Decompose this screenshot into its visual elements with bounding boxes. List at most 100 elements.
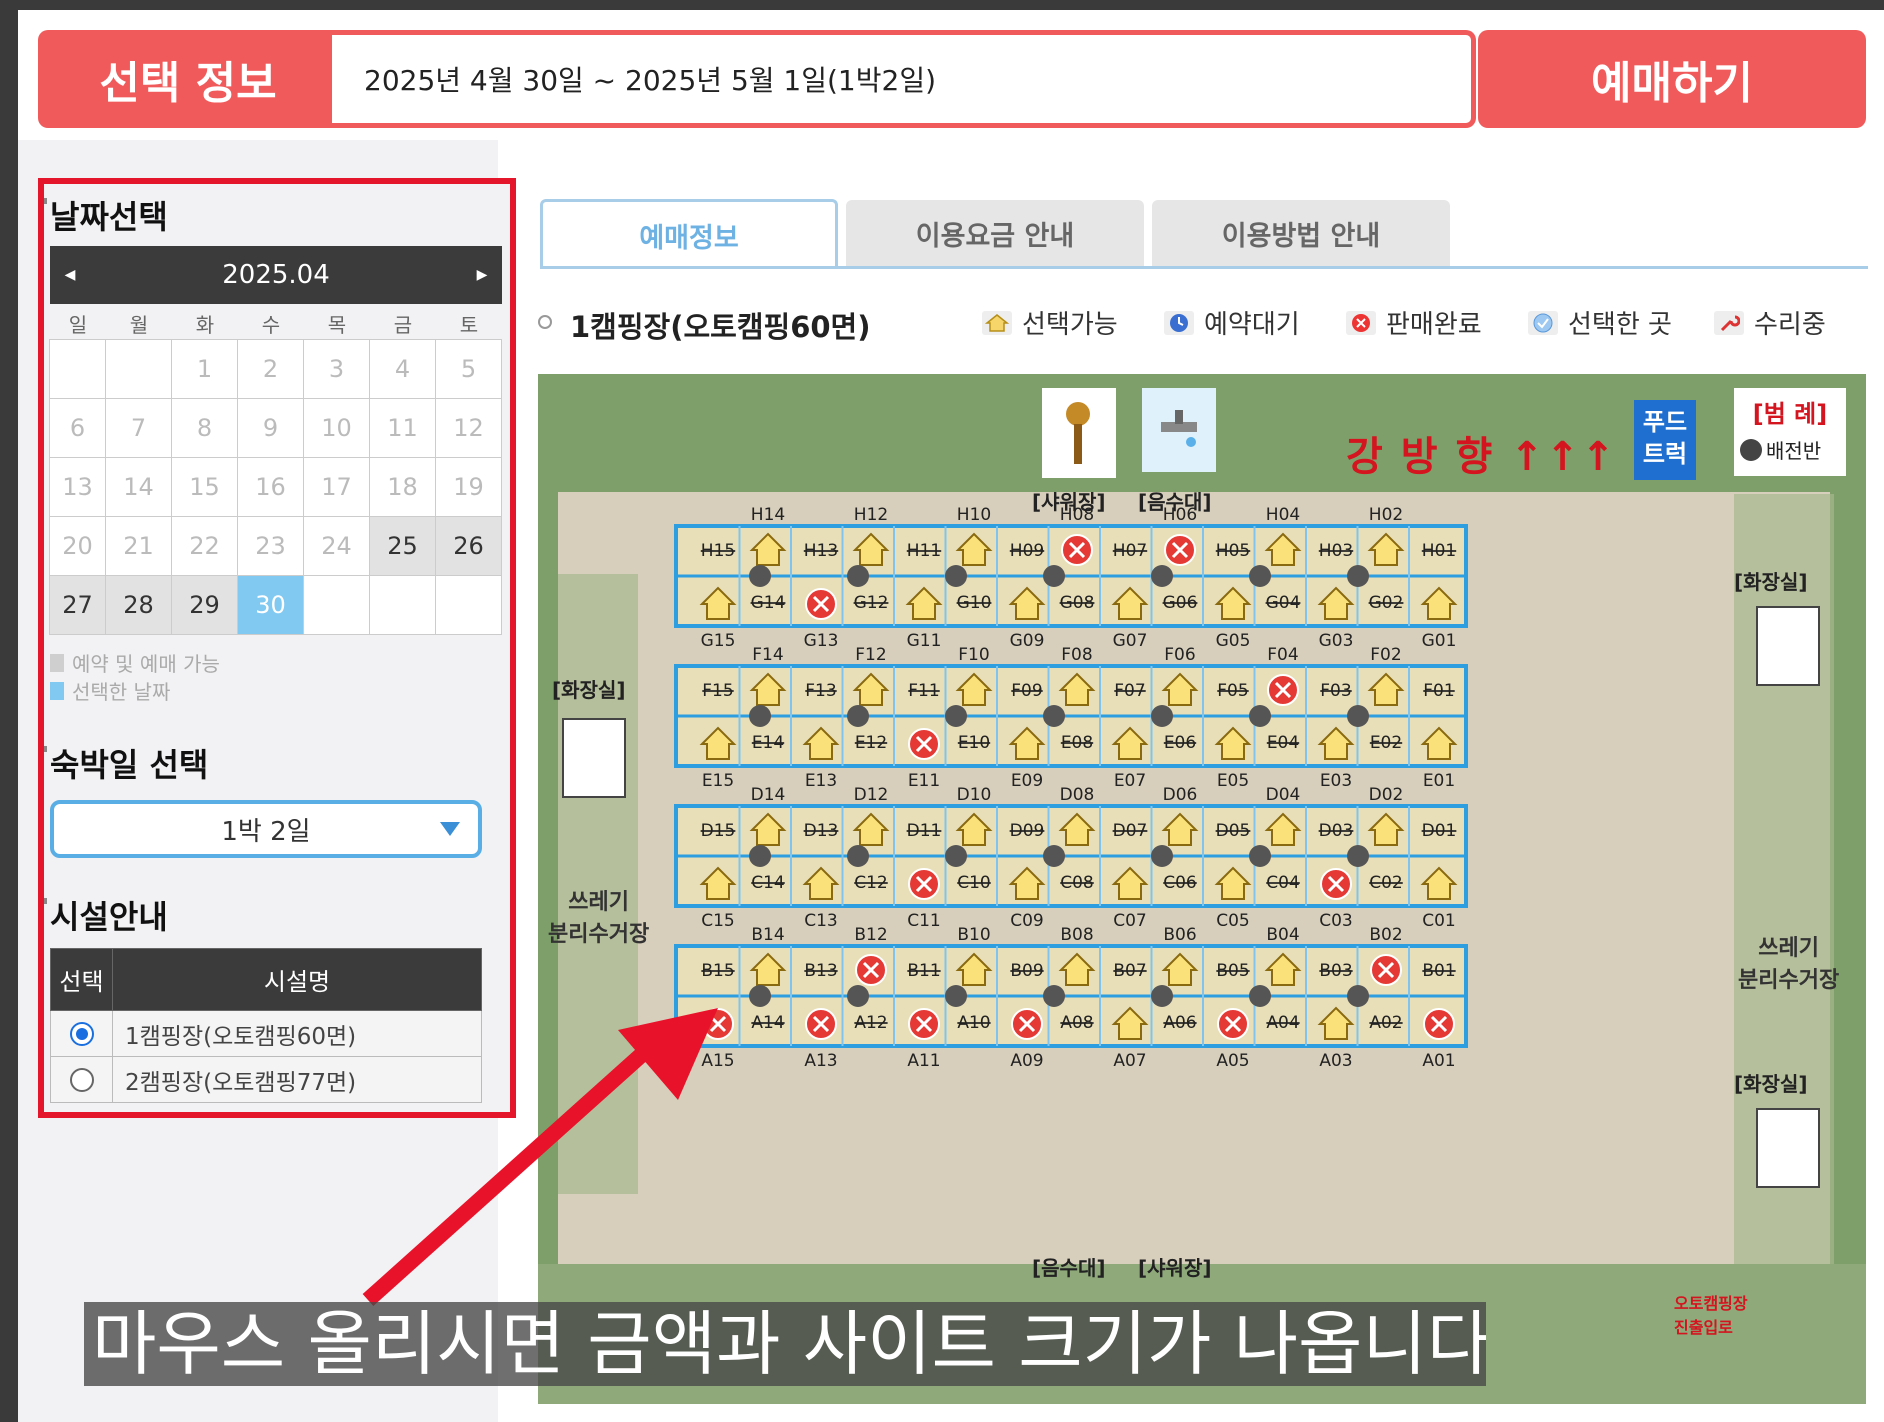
power-panel-icon (945, 565, 967, 587)
weekday-label: 수 (261, 312, 281, 337)
entrance-label: 오토캠핑장 진출입로 (1674, 1294, 1748, 1337)
calendar-day[interactable]: 25 (369, 516, 436, 576)
calendar-day: 16 (237, 457, 304, 517)
site-label: D04 (1266, 785, 1301, 805)
weekday-label: 목 (327, 312, 347, 337)
calendar-month: 2025.04 (222, 260, 330, 290)
site-label: B10 (957, 925, 990, 945)
site-label-disabled: H11 (907, 541, 941, 561)
legend-label: 판매완료 (1386, 310, 1482, 340)
site-label: H14 (751, 505, 785, 525)
prev-month-icon[interactable]: ◀ (50, 246, 90, 304)
site-label-disabled: G12 (854, 593, 889, 613)
calendar-day: 5 (435, 339, 502, 399)
tab-usage-info[interactable]: 이용방법 안내 (1152, 200, 1450, 266)
power-panel-icon (945, 705, 967, 727)
weekday-label: 월 (129, 312, 149, 337)
site-label: D14 (751, 785, 786, 805)
toilet-label-right-2: [화장실] (1734, 1072, 1808, 1096)
water-image (1142, 388, 1216, 472)
site-label: H02 (1369, 505, 1403, 525)
site-label: E09 (1011, 771, 1043, 791)
site-label: D12 (854, 785, 889, 805)
nights-value: 1박 2일 (221, 816, 311, 847)
pointer-arrow (362, 1008, 718, 1306)
site-label: E15 (702, 771, 734, 791)
calendar-day: 4 (369, 339, 436, 399)
site-label: B04 (1266, 925, 1299, 945)
map-legend-item: 배전반 (1766, 439, 1822, 463)
calendar-day: 1 (171, 339, 238, 399)
map-legend: [범 례] 배전반 (1734, 388, 1846, 476)
site-label-disabled: E02 (1370, 733, 1402, 753)
book-button[interactable]: 예매하기 (1478, 30, 1866, 128)
site-label-disabled: A08 (1060, 1013, 1093, 1033)
calendar-week: 12345 (49, 339, 502, 399)
site-label: C11 (907, 911, 941, 931)
site-label-disabled: E06 (1164, 733, 1196, 753)
site-label: C03 (1319, 911, 1353, 931)
calendar-day[interactable]: 26 (435, 516, 502, 576)
next-month-icon[interactable]: ▶ (462, 246, 502, 304)
power-panel-icon (1347, 985, 1369, 1007)
house-icon (982, 310, 1012, 335)
calendar-day: 3 (303, 339, 370, 399)
site-label-disabled: D01 (1422, 821, 1457, 841)
site-label-disabled: D13 (804, 821, 839, 841)
power-panel-icon (749, 565, 771, 587)
calendar-day[interactable]: 29 (171, 575, 238, 635)
legend-sold: 판매완료 (1346, 304, 1482, 341)
facility-radio-2[interactable] (69, 1067, 94, 1092)
site-label-disabled: A04 (1266, 1013, 1299, 1033)
map-legend-title: [범 례] (1752, 400, 1828, 428)
calendar-empty-cell (369, 575, 436, 635)
power-panel-icon (749, 845, 771, 867)
site-label-disabled: D15 (701, 821, 736, 841)
site-label: G03 (1319, 631, 1354, 651)
calendar-day[interactable]: 27 (49, 575, 106, 635)
site-label: H04 (1266, 505, 1300, 525)
site-label-disabled: D07 (1113, 821, 1148, 841)
site-label-disabled: G10 (957, 593, 992, 613)
toilet-left-icon (562, 718, 626, 798)
site-label: A09 (1010, 1051, 1043, 1071)
power-panel-icon (847, 705, 869, 727)
site-label-disabled: F05 (1217, 681, 1248, 701)
site-label: A03 (1319, 1051, 1352, 1071)
tab-booking-info[interactable]: 예매정보 (540, 199, 838, 269)
site-label-disabled: C10 (957, 873, 991, 893)
legend-label: 선택한 곳 (1568, 310, 1672, 340)
site-block: H14 H12 H10 H08 H06 H04 H02H15 H13 H11 H09 H07 H05 H… (674, 505, 1468, 651)
tab-fee-info[interactable]: 이용요금 안내 (846, 200, 1144, 266)
site-label-disabled: C08 (1060, 873, 1094, 893)
site-label: E07 (1114, 771, 1146, 791)
facility-radio-1[interactable] (69, 1021, 94, 1046)
site-label: F06 (1164, 645, 1195, 665)
water-label-bottom: [음수대] (1032, 1256, 1106, 1280)
calendar-day[interactable]: 30 (237, 575, 304, 635)
calendar-day[interactable]: 28 (105, 575, 172, 635)
site-label: A05 (1216, 1051, 1249, 1071)
legend-label: 선택가능 (1022, 310, 1118, 340)
site-label: D06 (1163, 785, 1198, 805)
site-label: G07 (1113, 631, 1148, 651)
toilet-label-right: [화장실] (1734, 570, 1808, 594)
legend-selected-site: 선택한 곳 (1528, 304, 1672, 341)
site-label-disabled: A10 (957, 1013, 990, 1033)
site-label-disabled: H01 (1422, 541, 1456, 561)
site-label-disabled: H09 (1010, 541, 1044, 561)
site-label: A01 (1422, 1051, 1455, 1071)
selection-info-label: 선택 정보 (38, 30, 338, 128)
nights-select[interactable]: 1박 2일 (50, 800, 482, 858)
weekday-label: 일 (68, 312, 88, 337)
site-label: B14 (751, 925, 784, 945)
site-label-disabled: D05 (1216, 821, 1251, 841)
toilet-label-left: [화장실] (552, 678, 626, 702)
power-panel-icon (1043, 985, 1065, 1007)
food-truck-sign: 푸드 트럭 (1634, 400, 1696, 480)
site-label-disabled: F15 (702, 681, 733, 701)
trash-label-left: 쓰레기 분리수거장 (548, 890, 650, 947)
nights-title: 숙박일 선택 (43, 740, 208, 786)
calendar-day: 21 (105, 516, 172, 576)
shower-label: [샤워장] (1032, 490, 1106, 514)
